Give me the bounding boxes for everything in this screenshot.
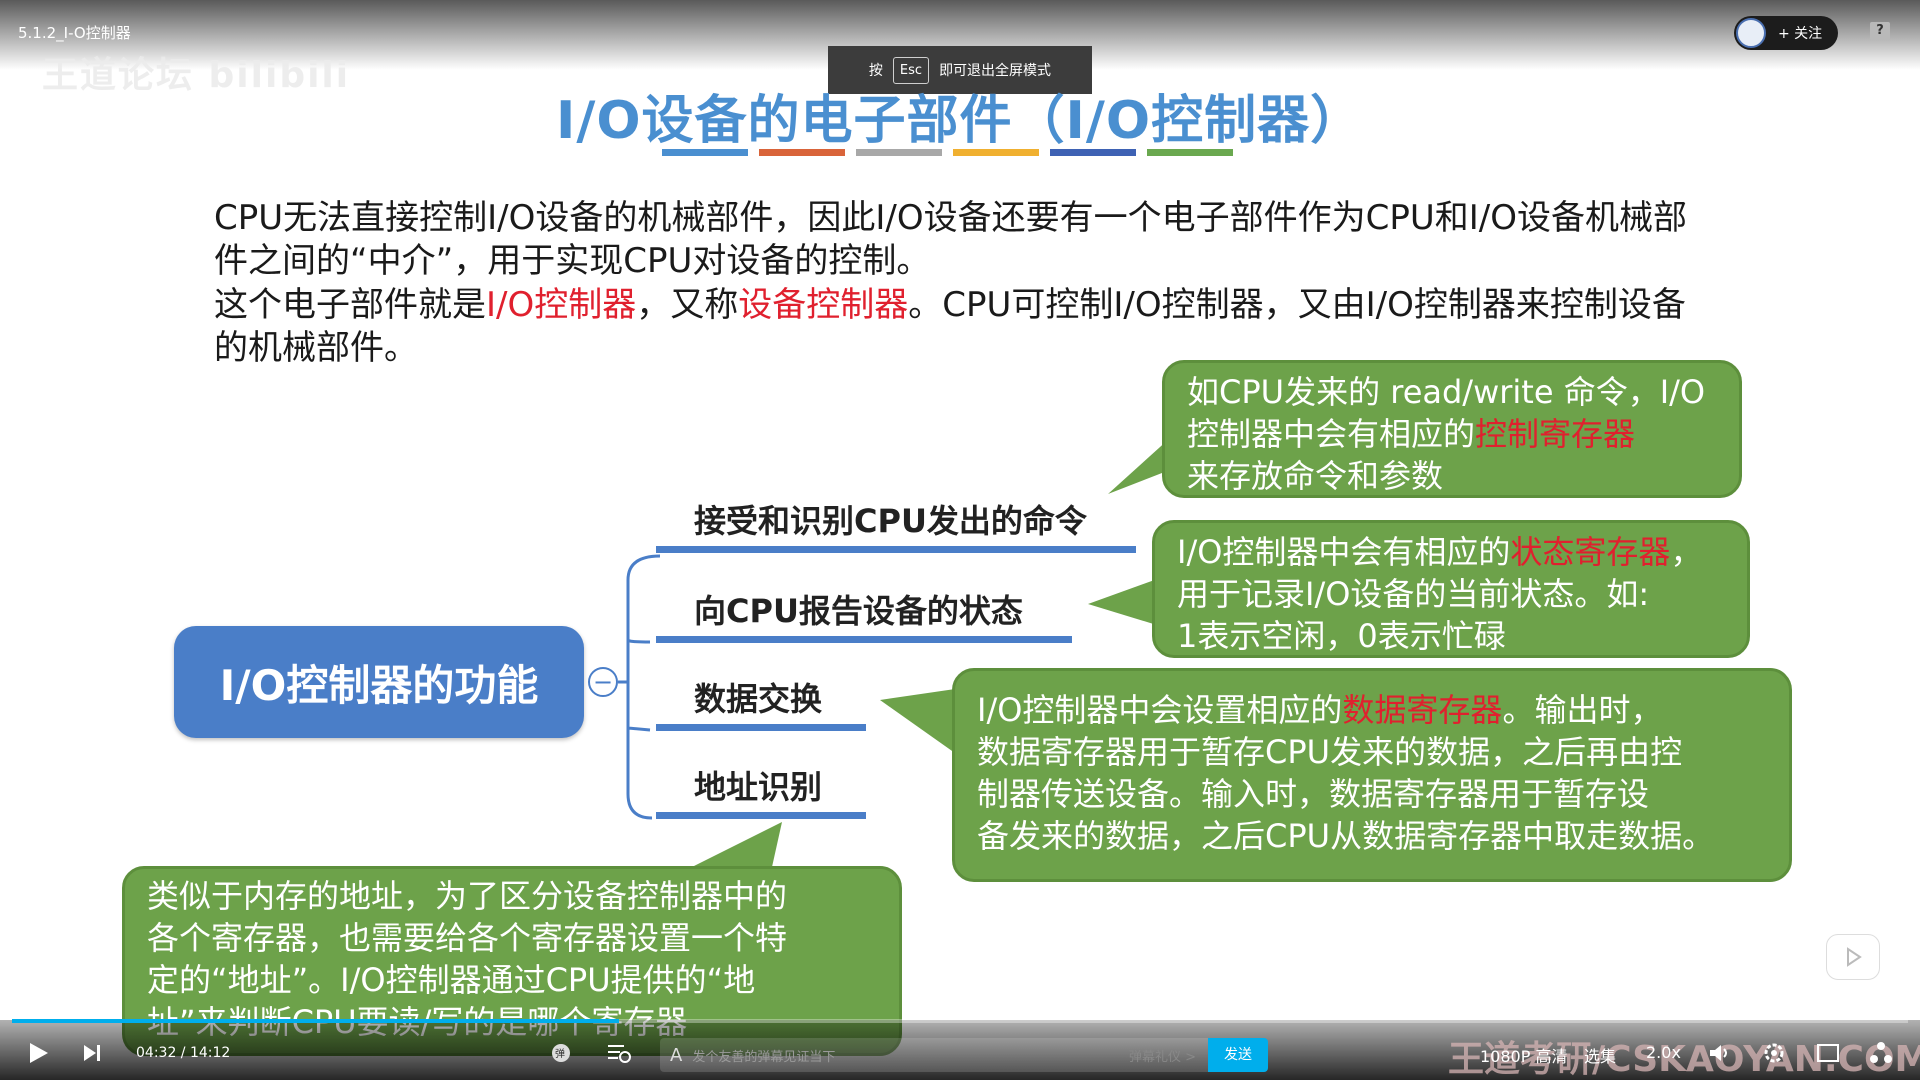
danmu-font-icon[interactable]: A (670, 1045, 682, 1066)
mindmap-root[interactable]: I/O控制器的功能 (174, 626, 584, 738)
branch-address: 地址识别 (694, 768, 823, 806)
collapse-toggle[interactable]: − (588, 667, 618, 697)
danmu-toggle-icon[interactable]: 弹 (550, 1042, 572, 1068)
callout-4-line-1: 类似于内存的地址，为了区分设备控制器中的 (147, 877, 788, 915)
callout-3-tail (880, 688, 962, 758)
callout-3-line-3: 制器传送设备。输入时，数据寄存器用于暂存设 (977, 775, 1650, 813)
callout-2-red: 状态寄存器 (1510, 533, 1671, 571)
danmu-etiquette-link[interactable]: 弹幕礼仪 > (1129, 1046, 1196, 1065)
callout-3-red: 数据寄存器 (1342, 691, 1503, 729)
callout-3-line-4: 备发来的数据，之后CPU从数据寄存器中取走数据。 (977, 817, 1715, 855)
next-icon[interactable] (82, 1043, 104, 1067)
settings-gear-icon[interactable] (1762, 1041, 1786, 1069)
speed-button[interactable]: 2.0x (1646, 1043, 1681, 1062)
side-play-icon[interactable] (1826, 934, 1880, 980)
callout-4-line-3: 定的“地址”。I/O控制器通过CPU提供的“地 (147, 961, 756, 999)
time-display: 04:32 / 14:12 (136, 1045, 231, 1061)
branch-command-line (656, 546, 1136, 553)
danmu-placeholder: 发个友善的弹幕见证当下 (692, 1049, 836, 1065)
callout-3-line-2: 数据寄存器用于暂存CPU发来的数据，之后再由控 (977, 733, 1683, 771)
send-button[interactable]: 发送 (1208, 1038, 1268, 1072)
callout-1-line-2: 控制器中会有相应的控制寄存器 (1187, 413, 1717, 455)
callout-3-line-1: I/O控制器中会设置相应的数据寄存器。输出时， (977, 689, 1767, 731)
branch-data: 数据交换 (694, 680, 823, 718)
callout-command: 如CPU发来的 read/write 命令，I/O 控制器中会有相应的控制寄存器… (1162, 360, 1742, 498)
branch-data-line (656, 724, 866, 731)
branch-status: 向CPU报告设备的状态 (694, 592, 1023, 630)
callout-3-l1a: I/O控制器中会设置相应的 (977, 691, 1343, 729)
danmu-input[interactable]: A 发个友善的弹幕见证当下 弹幕礼仪 > (660, 1038, 1208, 1072)
callout-data: I/O控制器中会设置相应的数据寄存器。输出时， 数据寄存器用于暂存CPU发来的数… (952, 668, 1792, 882)
volume-icon[interactable] (1708, 1042, 1732, 1068)
progress-fill[interactable] (12, 1019, 619, 1023)
callout-1-l2a: 控制器中会有相应的 (1187, 415, 1476, 453)
branch-address-line (656, 812, 866, 819)
callout-1-line-1: 如CPU发来的 read/write 命令，I/O (1187, 373, 1706, 411)
quality-button[interactable]: 1080P 高清 (1480, 1043, 1567, 1067)
callout-2-line-1: I/O控制器中会有相应的状态寄存器， (1177, 531, 1725, 573)
callout-1-line-3: 来存放命令和参数 (1187, 457, 1444, 495)
callout-2-l1b: ， (1670, 533, 1703, 571)
episodes-button[interactable]: 选集 (1584, 1043, 1616, 1067)
callout-status: I/O控制器中会有相应的状态寄存器， 用于记录I/O设备的当前状态。如: 1表示… (1152, 520, 1750, 658)
callout-2-line-3: 1表示空闲，0表示忙碌 (1177, 617, 1506, 655)
callout-4-line-2: 各个寄存器，也需要给各个寄存器设置一个特 (147, 919, 788, 957)
callout-3-l1b: 。输出时， (1502, 691, 1663, 729)
branch-command: 接受和识别CPU发出的命令 (694, 502, 1087, 540)
callout-1-red: 控制寄存器 (1475, 415, 1636, 453)
triple-action-icon[interactable] (1868, 1040, 1894, 1070)
danmu-settings-icon[interactable] (606, 1042, 632, 1068)
svg-text:弹: 弹 (555, 1047, 565, 1060)
callout-2-line-2: 用于记录I/O设备的当前状态。如: (1177, 575, 1650, 613)
callout-2-tail (1088, 578, 1160, 626)
fullscreen-icon[interactable] (1816, 1042, 1840, 1068)
callout-2-l1a: I/O控制器中会有相应的 (1177, 533, 1511, 571)
tree-connector (618, 554, 661, 820)
play-icon[interactable] (26, 1040, 50, 1070)
video-stage[interactable]: 5.1.2_I-O控制器 王道论坛 bilibili 按 Esc 即可退出全屏模… (0, 0, 1920, 1080)
branch-status-line (656, 636, 1072, 643)
